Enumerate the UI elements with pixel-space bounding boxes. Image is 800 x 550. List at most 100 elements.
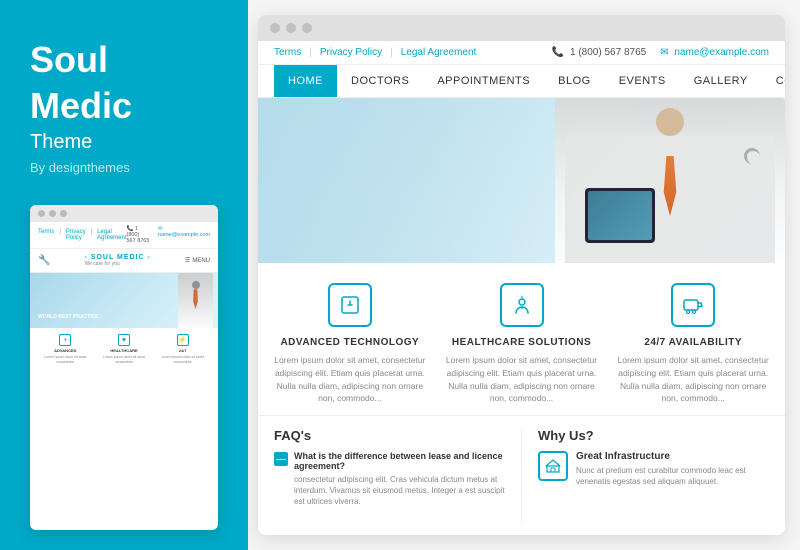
feature-icon-2 xyxy=(500,283,544,327)
why-item-text-1: Nunc at pretium est curabitur commodo le… xyxy=(576,465,769,487)
doctor-tie xyxy=(661,156,679,216)
faq-item-1: — What is the difference between lease a… xyxy=(274,451,505,508)
features-section: ADVANCED TECHNOLOGY Lorem ipsum dolor si… xyxy=(258,263,785,416)
mini-top-bar: Terms | Privacy Policy | Legal Agreement… xyxy=(30,222,218,249)
why-icon-1 xyxy=(538,451,568,481)
why-item-content-1: Great Infrastructure Nunc at pretium est… xyxy=(576,451,769,487)
feature-item-1: ADVANCED TECHNOLOGY Lorem ipsum dolor si… xyxy=(274,283,426,405)
mini-contact: 📞 1 (800) 567 8765 ✉ name@example.com xyxy=(126,226,210,244)
feature-text-2: Lorem ipsum dolor sit amet, consectetur … xyxy=(446,354,598,405)
mini-features: + ADVANCED Lorem ipsum dolor sit amet co… xyxy=(30,328,218,530)
advanced-tech-icon xyxy=(339,294,361,316)
top-link-terms[interactable]: Terms xyxy=(274,47,301,58)
why-item-title-1: Great Infrastructure xyxy=(576,451,769,462)
feature-title-3: 24/7 AVAILABILITY xyxy=(644,337,742,348)
mini-phone: 📞 1 (800) 567 8765 xyxy=(126,226,149,244)
email-address: name@example.com xyxy=(674,47,769,58)
browser-dot-3 xyxy=(302,23,312,33)
phone-number: 1 (800) 567 8765 xyxy=(570,47,646,58)
mini-logo-bar: 🔧 - SOUL MEDIC - We care for you ☰ MENU xyxy=(30,249,218,273)
feature-item-2: HEALTHCARE SOLUTIONS Lorem ipsum dolor s… xyxy=(446,283,598,405)
mini-feature-3: ⚡ 24/7 Lorem ipsum dolor sit amet consec… xyxy=(155,334,210,364)
main-content: Terms | Privacy Policy | Legal Agreement… xyxy=(248,0,800,550)
nav-item-contact[interactable]: CONTACT xyxy=(762,65,785,97)
mini-feature-1: + ADVANCED Lorem ipsum dolor sit amet co… xyxy=(38,334,93,364)
doctor-head xyxy=(656,108,684,136)
feature-text-1: Lorem ipsum dolor sit amet, consectetur … xyxy=(274,354,426,405)
nav-item-home[interactable]: HOME xyxy=(274,65,337,97)
mini-features-row: + ADVANCED Lorem ipsum dolor sit amet co… xyxy=(38,334,210,364)
top-email: ✉ name@example.com xyxy=(660,47,769,58)
mini-browser-titlebar xyxy=(30,205,218,222)
mini-feature-icon-2: ♥ xyxy=(118,334,130,346)
main-navigation: HOME DOCTORS APPOINTMENTS BLOG EVENTS GA… xyxy=(258,65,785,98)
mini-wrench-icon: 🔧 xyxy=(38,255,50,266)
top-nav-links: Terms | Privacy Policy | Legal Agreement xyxy=(274,47,476,58)
availability-icon xyxy=(682,294,704,316)
mini-logo: - SOUL MEDIC - We care for you xyxy=(85,254,151,267)
mini-feature-text-2: Lorem ipsum dolor sit amet consectetur xyxy=(97,355,152,364)
nav-item-events[interactable]: EVENTS xyxy=(605,65,680,97)
tablet xyxy=(585,188,655,243)
faq-panel: FAQ's — What is the difference between l… xyxy=(274,428,522,523)
stethoscope xyxy=(744,148,760,164)
theme-subtitle: Theme xyxy=(30,131,218,154)
mini-feature-icon-3: ⚡ xyxy=(177,334,189,346)
mini-hero-text: WORLD BEST PRACTICE xyxy=(38,314,99,320)
top-link-privacy[interactable]: Privacy Policy xyxy=(320,47,382,58)
feature-icon-3 xyxy=(671,283,715,327)
feature-title-2: HEALTHCARE SOLUTIONS xyxy=(452,337,591,348)
main-browser-mockup: Terms | Privacy Policy | Legal Agreement… xyxy=(258,15,785,535)
mini-feature-title-2: HEALTHCARE xyxy=(110,348,137,353)
theme-title: Soul Medic Theme By designthemes xyxy=(30,40,218,205)
mini-feature-text-1: Lorem ipsum dolor sit amet consectetur xyxy=(38,355,93,364)
mini-sep-2: | xyxy=(91,229,93,241)
email-icon: ✉ xyxy=(660,47,668,58)
mini-doctor-head xyxy=(192,281,200,289)
mini-nav-legal: Legal Agreement xyxy=(97,229,126,241)
top-contact-info: 📞 1 (800) 567 8765 ✉ name@example.com xyxy=(552,47,769,58)
healthcare-icon xyxy=(511,294,533,316)
nav-item-doctors[interactable]: DOCTORS xyxy=(337,65,423,97)
feature-text-3: Lorem ipsum dolor sit amet, consectetur … xyxy=(617,354,769,405)
feature-title-1: ADVANCED TECHNOLOGY xyxy=(280,337,419,348)
mini-menu-icon: ☰ xyxy=(185,257,190,264)
why-panel: Why Us? Great Infrastructure Nunc at pre… xyxy=(522,428,769,523)
mini-nav-terms: Terms xyxy=(38,229,54,241)
nav-item-blog[interactable]: BLOG xyxy=(544,65,605,97)
mini-menu-label: MENU xyxy=(192,258,210,264)
browser-body: Terms | Privacy Policy | Legal Agreement… xyxy=(258,41,785,535)
mini-email: ✉ name@example.com xyxy=(158,226,210,244)
hero-section xyxy=(258,98,785,263)
top-sep-1: | xyxy=(309,47,312,58)
mini-dot-3 xyxy=(60,210,67,217)
browser-dot-1 xyxy=(270,23,280,33)
browser-dot-2 xyxy=(286,23,296,33)
top-info-bar: Terms | Privacy Policy | Legal Agreement… xyxy=(258,41,785,65)
title-medic: Medic xyxy=(30,86,218,126)
sidebar: Soul Medic Theme By designthemes Terms |… xyxy=(0,0,248,550)
tablet-screen xyxy=(588,191,652,240)
mini-sep-1: | xyxy=(59,229,61,241)
hero-overlay xyxy=(258,98,574,263)
mini-menu-button: ☰ MENU xyxy=(185,257,210,264)
theme-author: By designthemes xyxy=(30,160,218,175)
mini-nav-links: Terms | Privacy Policy | Legal Agreement xyxy=(38,229,126,241)
nav-item-appointments[interactable]: APPOINTMENTS xyxy=(423,65,544,97)
top-link-legal[interactable]: Legal Agreement xyxy=(401,47,477,58)
infrastructure-icon xyxy=(545,458,561,474)
bottom-section: FAQ's — What is the difference between l… xyxy=(258,416,785,535)
mini-hero-doctor xyxy=(178,273,213,328)
top-sep-2: | xyxy=(390,47,393,58)
mini-browser-body: Terms | Privacy Policy | Legal Agreement… xyxy=(30,222,218,530)
faq-content: What is the difference between lease and… xyxy=(294,451,505,508)
feature-icon-1 xyxy=(328,283,372,327)
faq-answer-1: consectetur adipiscing elit. Cras vehicu… xyxy=(294,474,505,508)
feature-item-3: 24/7 AVAILABILITY Lorem ipsum dolor sit … xyxy=(617,283,769,405)
doctor-figure xyxy=(555,98,785,263)
mini-hero: WORLD BEST PRACTICE xyxy=(30,273,218,328)
faq-title: FAQ's xyxy=(274,428,505,443)
mini-feature-2: ♥ HEALTHCARE Lorem ipsum dolor sit amet … xyxy=(97,334,152,364)
nav-item-gallery[interactable]: GALLERY xyxy=(680,65,762,97)
mini-feature-icon-1: + xyxy=(59,334,71,346)
